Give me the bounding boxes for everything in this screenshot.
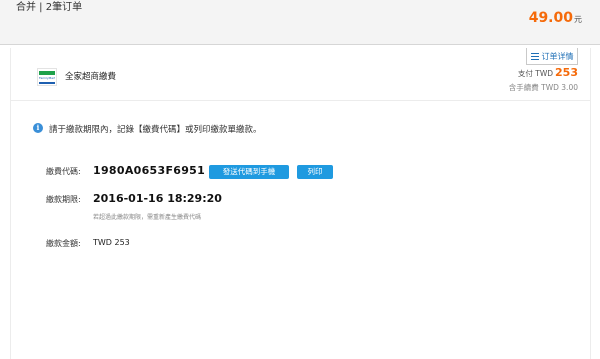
header-divider (0, 44, 600, 45)
order-details-label: 订单详情 (541, 51, 574, 61)
payment-method-name: 全家超商繳費 (65, 72, 117, 82)
payment-card: 订单详情 FamilyMart 全家超商繳費 支付 TWD 253 含手續費 TW… (10, 48, 591, 359)
pay-amount: 253 (555, 66, 578, 79)
payment-instruction: 請于繳款期限內，記錄【繳費代碼】或列印繳款單繳款。 (49, 125, 262, 135)
order-details-tab[interactable]: 订单详情 (526, 48, 578, 65)
payment-code-value: 1980A0653F6951 (93, 164, 206, 177)
amount-label: 繳款金額: (46, 239, 81, 248)
pay-amount-row: 支付 TWD 253 (518, 66, 578, 79)
fee-label: 含手續費 TWD 3.00 (508, 83, 578, 92)
amount-value: TWD 253 (93, 238, 130, 247)
deadline-value: 2016-01-16 18:29:20 (93, 192, 222, 205)
payment-code-label: 繳費代碼: (46, 167, 81, 176)
order-total-unit: 元 (574, 15, 582, 24)
pay-label: 支付 TWD (517, 69, 554, 78)
list-icon (530, 52, 539, 60)
send-code-to-phone-button[interactable]: 發送代碼到手機 (209, 165, 289, 179)
print-button[interactable]: 列印 (297, 165, 333, 179)
order-summary-bar: 合并 | 2筆订单 49.00元 (0, 0, 600, 44)
deadline-label: 繳款期限: (46, 195, 81, 204)
card-divider (11, 100, 590, 101)
deadline-note: 若超過此繳款期限，需重新產生繳費代碼 (93, 214, 202, 221)
order-total-amount: 49.00 (528, 10, 573, 26)
merged-orders-label: 合并 | 2筆订单 (16, 2, 83, 13)
familymart-logo: FamilyMart (37, 68, 57, 86)
order-total: 49.00元 (529, 10, 582, 26)
info-icon: i (33, 123, 43, 133)
